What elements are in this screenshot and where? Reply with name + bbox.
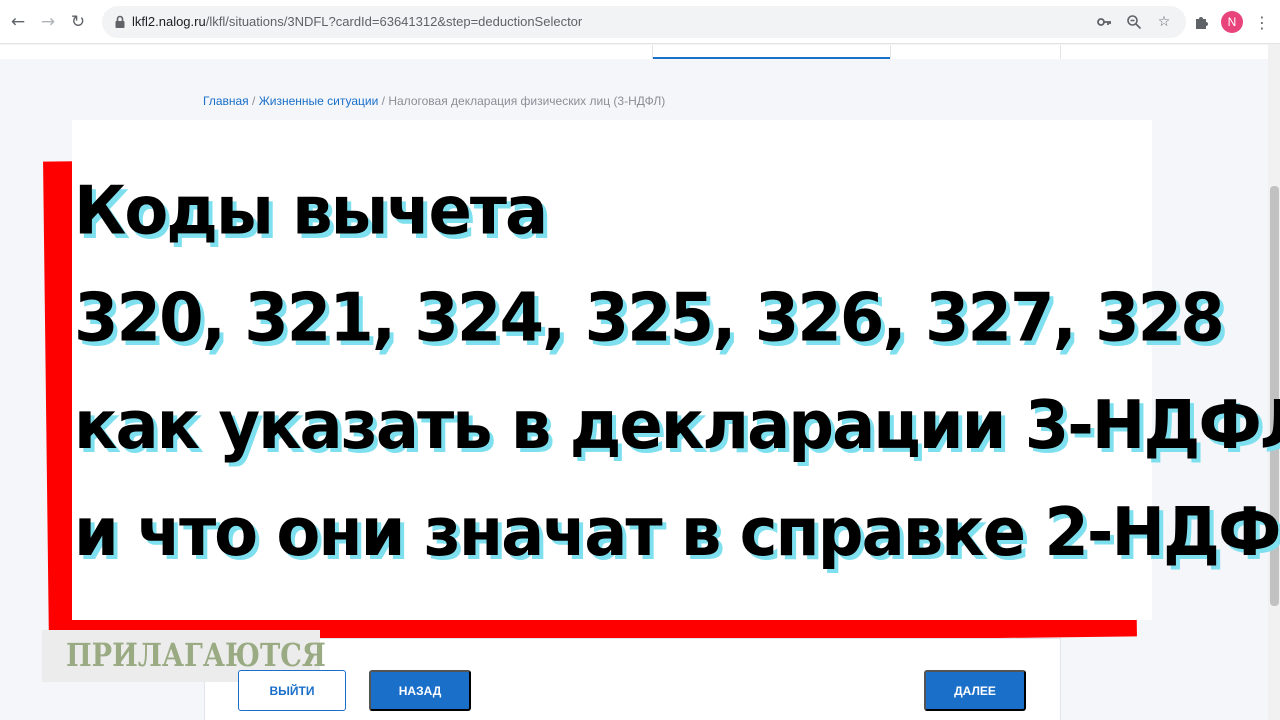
nav-divider bbox=[890, 45, 891, 59]
reload-icon[interactable]: ↻ bbox=[66, 10, 90, 34]
forward-arrow-icon[interactable]: → bbox=[36, 10, 60, 34]
exit-button[interactable]: ВЫЙТИ bbox=[238, 670, 346, 711]
title-line-1: Коды вычета bbox=[74, 172, 548, 251]
next-button[interactable]: ДАЛЕЕ bbox=[924, 670, 1026, 711]
watermark-text: ПРИЛАГАЮТСЯ bbox=[66, 636, 326, 674]
zoom-icon[interactable] bbox=[1124, 12, 1144, 32]
bookmark-star-icon[interactable]: ☆ bbox=[1154, 12, 1174, 32]
key-icon[interactable] bbox=[1094, 12, 1114, 32]
back-arrow-icon[interactable]: ← bbox=[6, 10, 30, 34]
nav-divider bbox=[1060, 45, 1061, 59]
title-line-3: как указать в декларации 3-НДФЛ bbox=[74, 386, 1280, 465]
page-nav-strip bbox=[0, 45, 1268, 59]
title-line-2: 320, 321, 324, 325, 326, 327, 328 bbox=[74, 279, 1225, 358]
breadcrumb-home-link[interactable]: Главная bbox=[203, 94, 249, 108]
browser-toolbar: ← → ↻ lkfl2.nalog.ru/lkfl/situations/3ND… bbox=[0, 0, 1280, 44]
title-line-4: и что они значат в справке 2-НДФЛ bbox=[74, 494, 1280, 572]
breadcrumb-separator: / bbox=[248, 94, 259, 108]
browser-menu-icon[interactable]: ⋮ bbox=[1252, 10, 1272, 34]
page-title: Коды вычета 320, 321, 324, 325, 326, 327… bbox=[74, 158, 1280, 586]
url-text: lkfl2.nalog.ru/lkfl/situations/3NDFL?car… bbox=[132, 14, 583, 29]
lock-icon bbox=[115, 15, 125, 28]
extensions-puzzle-icon[interactable] bbox=[1189, 10, 1213, 34]
breadcrumb-separator: / bbox=[378, 94, 389, 108]
breadcrumb-situations-link[interactable]: Жизненные ситуации bbox=[259, 94, 379, 108]
address-bar[interactable]: lkfl2.nalog.ru/lkfl/situations/3NDFL?car… bbox=[102, 6, 1186, 38]
active-tab-indicator bbox=[653, 57, 890, 59]
profile-avatar[interactable]: N bbox=[1221, 11, 1243, 33]
back-button[interactable]: НАЗАД bbox=[369, 670, 471, 711]
breadcrumb: Главная / Жизненные ситуации / Налоговая… bbox=[203, 94, 665, 108]
breadcrumb-current: Налоговая декларация физических лиц (3-Н… bbox=[388, 94, 666, 108]
